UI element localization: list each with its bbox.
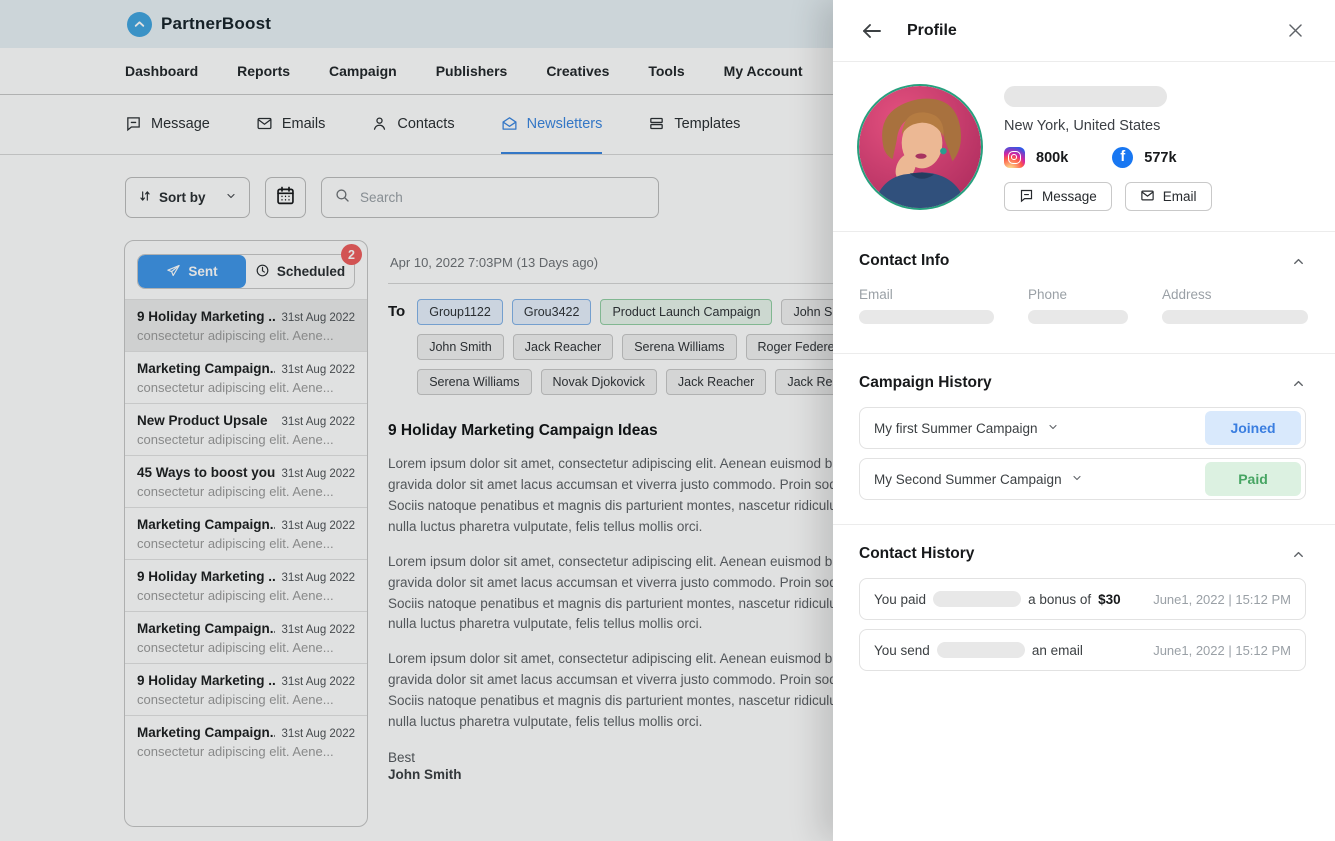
avatar	[859, 86, 981, 208]
facebook-icon: f	[1112, 147, 1133, 168]
email-value-placeholder	[859, 310, 994, 324]
email-button-label: Email	[1163, 189, 1197, 204]
campaign-row: My Second Summer Campaign Paid	[859, 458, 1306, 500]
back-button[interactable]	[859, 18, 885, 44]
history-text: a bonus of	[1028, 592, 1091, 607]
profile-panel: Profile	[833, 0, 1335, 841]
chevron-down-icon	[1071, 472, 1083, 487]
campaign-name-dropdown[interactable]: My Second Summer Campaign	[874, 472, 1083, 487]
status-badge: Joined	[1205, 411, 1301, 445]
contact-name-placeholder	[933, 591, 1021, 607]
history-text: You send	[874, 643, 930, 658]
status-badge: Paid	[1205, 462, 1301, 496]
instagram-icon	[1004, 147, 1025, 168]
contact-history-row: You paid a bonus of $30 June1, 2022 | 15…	[859, 578, 1306, 620]
contact-history-row: You send an email June1, 2022 | 15:12 PM	[859, 629, 1306, 671]
envelope-icon	[1140, 188, 1155, 206]
history-text: You paid	[874, 592, 926, 607]
phone-value-placeholder	[1028, 310, 1128, 324]
campaign-name-dropdown[interactable]: My first Summer Campaign	[874, 421, 1059, 436]
contact-name-placeholder	[937, 642, 1025, 658]
campaign-row: My first Summer Campaign Joined	[859, 407, 1306, 449]
campaign-name: My first Summer Campaign	[874, 421, 1038, 436]
contact-history-heading: Contact History	[859, 545, 974, 563]
address-field-label: Address	[1162, 287, 1308, 302]
email-field-label: Email	[859, 287, 994, 302]
address-value-placeholder	[1162, 310, 1308, 324]
chat-bubble-icon	[1019, 188, 1034, 206]
history-text: an email	[1032, 643, 1083, 658]
chevron-up-icon[interactable]	[1291, 376, 1306, 391]
phone-field-label: Phone	[1028, 287, 1128, 302]
chevron-up-icon[interactable]	[1291, 254, 1306, 269]
campaign-history-section: Campaign History My first Summer Campaig…	[833, 354, 1335, 524]
profile-panel-header: Profile	[833, 0, 1335, 62]
history-timestamp: June1, 2022 | 15:12 PM	[1153, 592, 1291, 607]
campaign-history-heading: Campaign History	[859, 374, 992, 392]
message-button[interactable]: Message	[1004, 182, 1112, 211]
profile-location: New York, United States	[1004, 118, 1307, 134]
contact-info-section: Contact Info Email Phone Address	[833, 232, 1335, 353]
name-placeholder	[1004, 86, 1167, 107]
app-root: PartnerBoost Dashboard Reports Campaign …	[0, 0, 1335, 841]
contact-history-section: Contact History You paid a bonus of $30 …	[833, 525, 1335, 695]
chevron-down-icon	[1047, 421, 1059, 436]
contact-info-heading: Contact Info	[859, 252, 949, 270]
social-stats: 800k f 577k	[1004, 147, 1307, 168]
instagram-followers: 800k	[1036, 150, 1068, 166]
email-button[interactable]: Email	[1125, 182, 1212, 211]
campaign-name: My Second Summer Campaign	[874, 472, 1062, 487]
message-button-label: Message	[1042, 189, 1097, 204]
panel-title: Profile	[907, 22, 1284, 40]
history-timestamp: June1, 2022 | 15:12 PM	[1153, 643, 1291, 658]
profile-actions: Message Email	[1004, 182, 1307, 211]
close-icon[interactable]	[1284, 20, 1306, 42]
chevron-up-icon[interactable]	[1291, 547, 1306, 562]
profile-summary: New York, United States 800k f 577k Mess…	[833, 62, 1335, 231]
facebook-followers: 577k	[1144, 150, 1176, 166]
bonus-amount: $30	[1098, 592, 1121, 607]
